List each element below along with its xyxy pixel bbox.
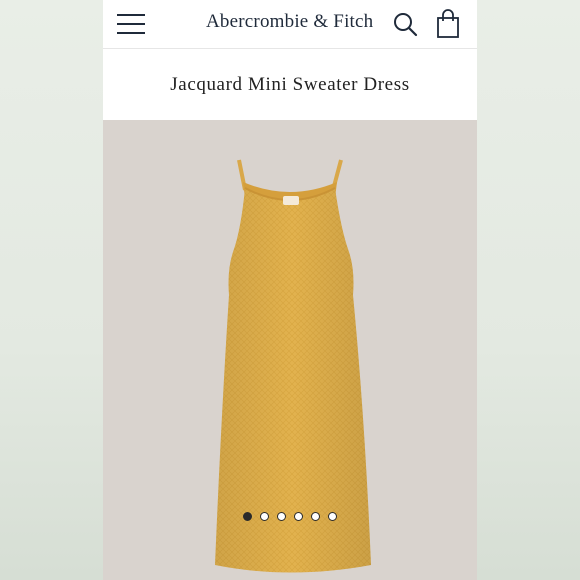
product-title-bar: Jacquard Mini Sweater Dress [103,49,477,120]
carousel-dot-5[interactable] [311,512,320,521]
menu-line [117,14,145,16]
site-header: Abercrombie & Fitch [103,0,477,49]
dress-image [215,159,371,573]
brand-logo[interactable]: Abercrombie & Fitch [206,11,376,35]
shopping-bag-icon[interactable] [436,9,460,39]
menu-line [117,32,145,34]
search-icon[interactable] [392,11,418,37]
product-title: Jacquard Mini Sweater Dress [170,73,410,95]
menu-line [117,23,145,25]
product-image-carousel[interactable] [103,120,477,580]
carousel-dot-2[interactable] [260,512,269,521]
carousel-dot-4[interactable] [294,512,303,521]
carousel-dot-1[interactable] [243,512,252,521]
hamburger-menu-icon[interactable] [117,14,145,34]
carousel-dot-3[interactable] [277,512,286,521]
carousel-dots [103,512,477,524]
product-page: Abercrombie & Fitch Jacquard Mini Sweate… [103,0,477,580]
carousel-dot-6[interactable] [328,512,337,521]
